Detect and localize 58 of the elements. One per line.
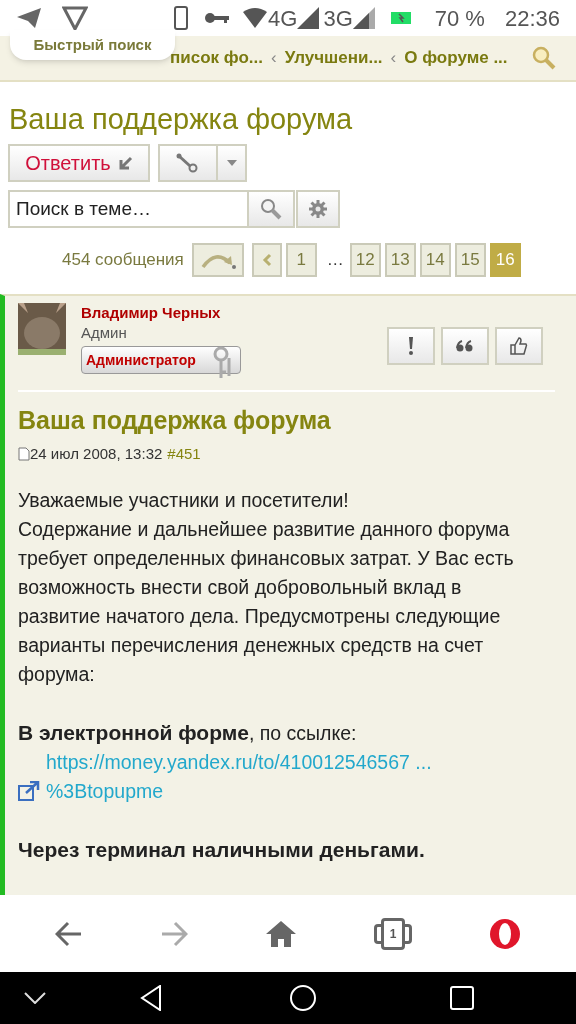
phone-icon [174,6,189,30]
caret-icon [226,160,237,166]
author-role: Админ [81,323,128,343]
chevron-down-icon[interactable] [24,992,46,1004]
post-title: Ваша поддержка форума [18,405,332,436]
page-button[interactable]: 16 [489,243,521,277]
quote-icon [456,340,474,352]
page-button[interactable]: 15 [454,243,486,277]
page-button[interactable]: 1 [285,243,317,277]
network-label: 4G [268,4,298,33]
document-icon [18,447,30,462]
network-label: 3G [323,4,353,33]
page-button[interactable]: 14 [419,243,451,277]
report-button[interactable] [387,327,435,365]
arrow-icon [118,156,133,170]
breadcrumb-link[interactable]: Улучшени... [284,45,383,71]
clock: 22:36 [504,4,560,33]
section-heading: Через терминал наличными деньгами. [18,836,426,863]
wrench-icon [176,153,200,173]
tools-button[interactable] [158,144,218,182]
rank-badge: Администратор [81,346,241,374]
thumbs-up-icon [509,336,529,356]
post-number-link[interactable]: #451 [167,443,201,466]
recents-icon[interactable] [450,986,474,1010]
battery-level: 70 % [434,4,485,33]
post-paragraph: Уважаемые участники и посетители! Содержание и дальнейшее развитие данного форума требует определенных финансовых затрат. У Вас есть возможность внести свой добровольный вклад в развитие начатого дела. Предусмотрены следующие варианты перечисления денежных средств на счет форума: [18,487,515,687]
post-paragraph: В электронной форме, по ссылке: [18,719,358,746]
search-button[interactable] [249,190,295,228]
avatar [18,303,66,355]
settings-icon [308,199,328,219]
donation-link[interactable]: https://money.yandex.ru/to/410012546567 ... %3Btopupme [46,747,432,806]
signal-icon [297,7,320,29]
quote-button[interactable] [441,327,489,365]
breadcrumb-separator: ‹ [271,47,277,70]
ellipsis: … [326,249,344,272]
breadcrumb-separator: ‹ [390,47,397,70]
external-link-icon [18,780,40,801]
message-count: 454 сообщения [62,249,184,272]
reply-button[interactable]: Ответить [8,144,150,182]
search-icon [260,198,282,220]
battery-icon [390,12,411,24]
wifi-icon [242,7,269,29]
author-name[interactable]: Владимир Черных [81,303,241,323]
settings-button[interactable] [296,190,340,228]
breadcrumb-link[interactable]: О форуме ... [404,45,508,71]
chevron-left-icon [261,253,272,267]
opera-logo[interactable] [489,917,522,950]
page-button[interactable]: 13 [384,243,416,277]
dropdown-button[interactable] [218,144,247,182]
search-field[interactable]: Поиск в теме… [8,190,249,228]
post-date: 24 июл 2008, 13:32 [30,444,163,464]
page-button[interactable]: 12 [349,243,381,277]
key-icon [204,11,231,25]
home-icon[interactable] [290,985,316,1011]
signal-icon [352,7,375,29]
exclamation-icon [408,337,414,355]
page-title: Ваша поддержка форума [8,102,354,137]
like-button[interactable] [495,327,543,365]
